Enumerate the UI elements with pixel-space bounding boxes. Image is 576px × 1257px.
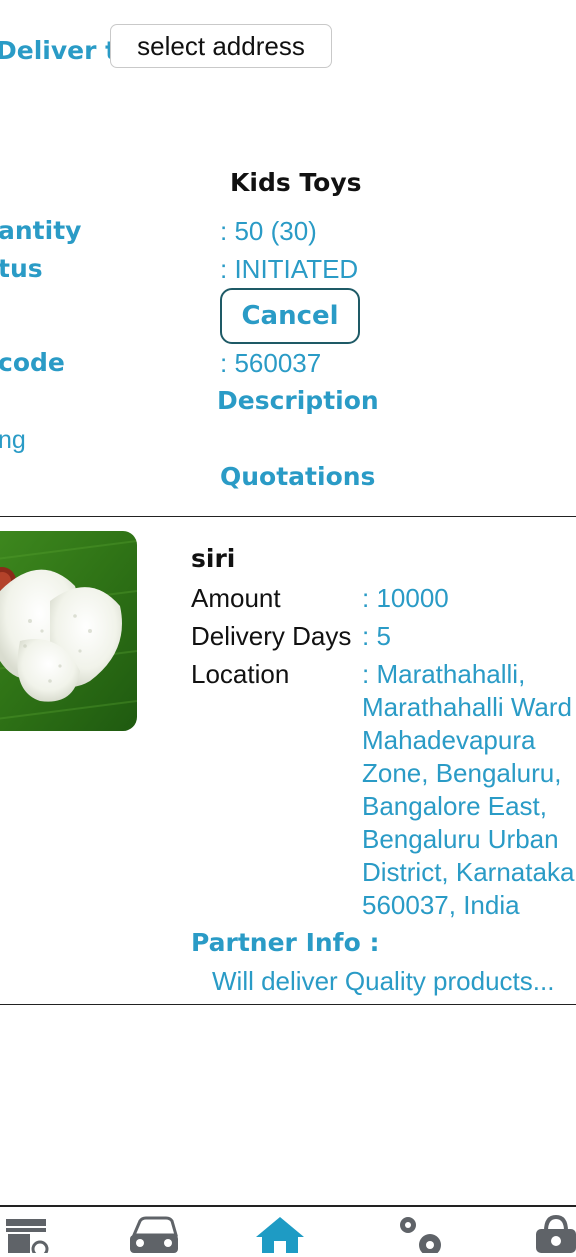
home-icon[interactable] (254, 1213, 306, 1253)
delivery-days-label: Delivery Days (191, 621, 352, 651)
quotations-link[interactable]: Quotations (220, 462, 375, 491)
product-photo (0, 531, 137, 731)
product-title: Kids Toys (230, 168, 362, 197)
quantity-label: antity (0, 216, 82, 245)
amount-label: Amount (191, 583, 281, 613)
divider-top (0, 516, 576, 517)
cancel-button[interactable]: Cancel (220, 288, 360, 344)
pincode-value: : 560037 (220, 348, 322, 378)
settings-icon[interactable] (394, 1213, 446, 1256)
partner-info-text: Will deliver Quality products... (212, 966, 555, 996)
vendor-name: siri (191, 544, 236, 573)
delivery-days-value: : 5 (362, 621, 391, 651)
status-value: : INITIATED (220, 254, 359, 284)
partial-label: ng (0, 426, 26, 454)
shop-icon[interactable] (2, 1213, 54, 1257)
bottom-nav (0, 1205, 576, 1257)
select-address-button[interactable]: select address (110, 24, 332, 68)
description-link[interactable]: Description (217, 386, 379, 415)
pincode-label: code (0, 348, 65, 377)
quantity-value: : 50 (30) (220, 216, 317, 246)
location-value: : Marathahalli, Marathahalli Ward Mahade… (362, 659, 575, 920)
bag-icon[interactable] (530, 1213, 576, 1253)
car-icon[interactable] (126, 1213, 178, 1253)
amount-value: : 10000 (362, 583, 449, 613)
location-label: Location (191, 659, 290, 689)
food-image (0, 531, 137, 731)
partner-info-label: Partner Info : (191, 928, 380, 957)
status-label: tus (0, 254, 43, 283)
divider-bottom (0, 1004, 576, 1005)
